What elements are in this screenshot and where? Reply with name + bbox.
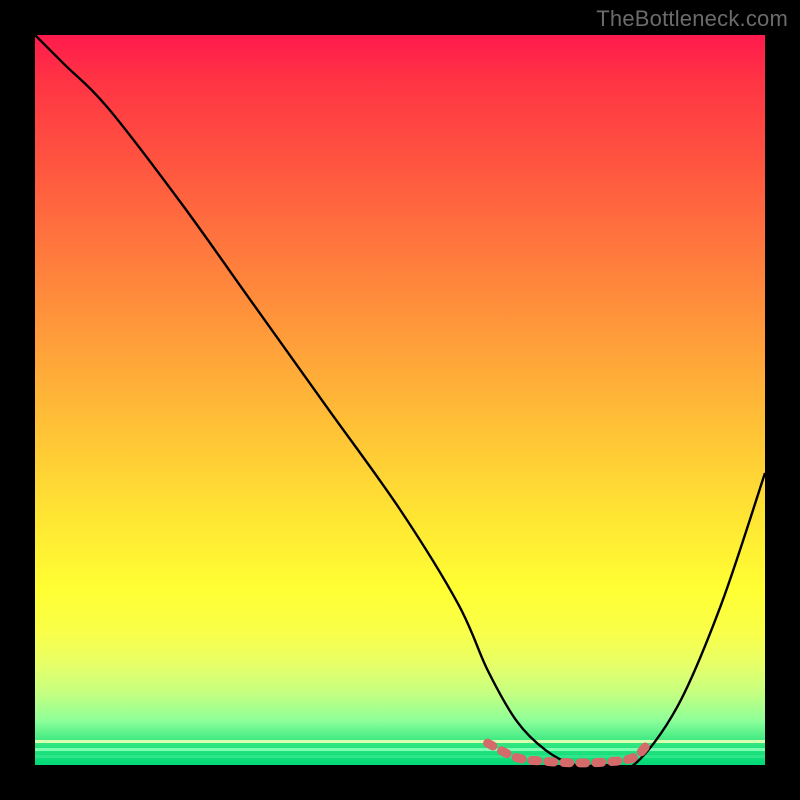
bottleneck-curve bbox=[35, 35, 765, 769]
chart-svg bbox=[35, 35, 765, 765]
optimal-range-marker bbox=[488, 743, 649, 763]
chart-frame: TheBottleneck.com bbox=[0, 0, 800, 800]
watermark-text: TheBottleneck.com bbox=[596, 6, 788, 32]
